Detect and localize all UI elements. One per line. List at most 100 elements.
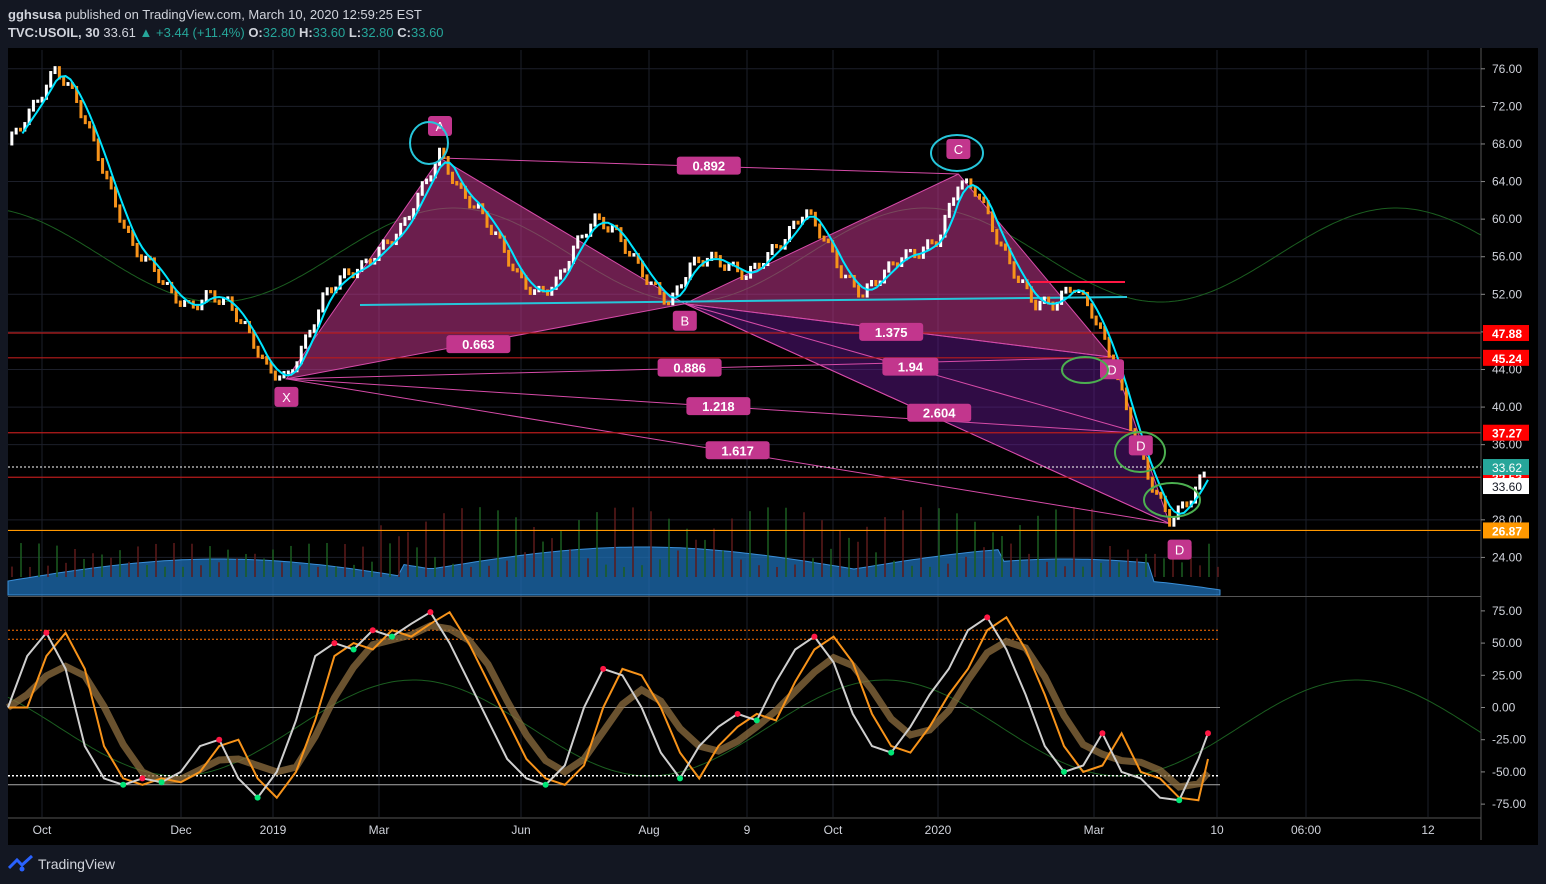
osc-sell-dot (600, 665, 607, 672)
osc-separator (8, 596, 1481, 597)
level-price-label: 26.87 (1492, 524, 1522, 538)
candle (325, 287, 329, 296)
ratio-label: 1.218 (702, 399, 735, 414)
candle (507, 249, 511, 267)
candle (952, 197, 956, 206)
y-tick-label: 76.00 (1492, 62, 1522, 76)
candle (260, 354, 264, 360)
candle (209, 290, 213, 294)
candle (161, 280, 165, 285)
x-tick-label: 12 (1421, 823, 1435, 837)
osc-y-tick-label: -25.00 (1492, 733, 1526, 747)
candle (697, 256, 701, 264)
x-tick-label: Jun (511, 823, 530, 837)
candle (126, 225, 130, 233)
candle (757, 262, 761, 269)
candle (429, 175, 433, 182)
candle (364, 258, 368, 264)
candle (844, 274, 848, 279)
candle (718, 255, 722, 268)
ratio-label: 0.886 (673, 361, 706, 376)
osc-buy-dot (542, 781, 549, 788)
current-price-label: 33.62 (1492, 461, 1522, 475)
candle (1146, 456, 1150, 480)
candle (53, 66, 57, 75)
candle (1094, 315, 1098, 326)
tradingview-brand[interactable]: TradingView (38, 856, 115, 872)
osc-sell-dot (331, 640, 338, 647)
candle (891, 261, 895, 266)
x-tick-label: Aug (638, 823, 659, 837)
candle (1021, 279, 1025, 283)
candle (956, 186, 960, 201)
candle (930, 239, 934, 245)
osc-y-tick-label: 0.00 (1492, 701, 1516, 715)
candle (1198, 474, 1202, 490)
candle (144, 255, 148, 262)
candle (1129, 407, 1133, 432)
candle (31, 99, 35, 112)
osc-buy-dot (753, 717, 760, 724)
candle (321, 292, 325, 313)
osc-sell-dot (427, 609, 434, 616)
candle (62, 76, 66, 86)
candle (675, 285, 679, 296)
osc-sell-dot (139, 775, 146, 782)
x-tick-label: 10 (1210, 823, 1224, 837)
candle (770, 244, 774, 256)
candle (165, 281, 169, 285)
candle (446, 156, 450, 175)
candle (14, 127, 18, 135)
candle (1003, 243, 1007, 251)
y-tick-label: 24.00 (1492, 550, 1522, 564)
candle (723, 264, 727, 271)
candle (978, 193, 982, 200)
x-tick-label: Mar (369, 823, 390, 837)
x-tick-label: Oct (824, 823, 843, 837)
candle (666, 301, 670, 306)
ratio-label: 1.617 (721, 443, 754, 458)
candle (874, 280, 878, 287)
x-tick-label: Oct (33, 823, 52, 837)
candle (101, 158, 105, 174)
x-tick-label: Mar (1084, 823, 1105, 837)
candle (1185, 501, 1189, 508)
candle (312, 324, 316, 333)
candle (632, 253, 636, 257)
candle (36, 99, 40, 103)
candle (753, 262, 757, 269)
candle (926, 239, 930, 250)
candle (597, 213, 601, 220)
candle (304, 334, 308, 349)
candle (1098, 322, 1102, 329)
osc-y-tick-label: -75.00 (1492, 797, 1526, 811)
footer-bar: TradingView (0, 845, 1546, 884)
candle (407, 215, 411, 221)
osc-buy-dot (888, 749, 895, 756)
osc-sell-dot (984, 614, 991, 621)
candle (913, 248, 917, 259)
osc-buy-dot (120, 781, 127, 788)
tradingview-logo-icon[interactable] (8, 855, 34, 873)
candle (861, 294, 865, 298)
candle (796, 220, 800, 225)
candle (278, 375, 282, 381)
candle (1064, 286, 1068, 294)
candle (1172, 516, 1176, 527)
candle (679, 284, 683, 289)
osc-sell-dot (43, 629, 50, 636)
candle (649, 281, 653, 285)
candle (870, 280, 874, 287)
y-tick-label: 52.00 (1492, 287, 1522, 301)
osc-buy-dot (1176, 797, 1183, 804)
candle (999, 241, 1003, 247)
close-price-label: 33.60 (1492, 480, 1522, 494)
candle (135, 242, 139, 258)
y-tick-label: 64.00 (1492, 175, 1522, 189)
candle (66, 82, 70, 86)
candle (1012, 261, 1016, 279)
candle (839, 265, 843, 279)
candle (438, 147, 442, 166)
price-chart-svg[interactable]: 0.892 0.663 0.886 1.375 1.94 1.218 2.604 1.617 X… (0, 0, 1546, 845)
candle (1202, 471, 1206, 478)
